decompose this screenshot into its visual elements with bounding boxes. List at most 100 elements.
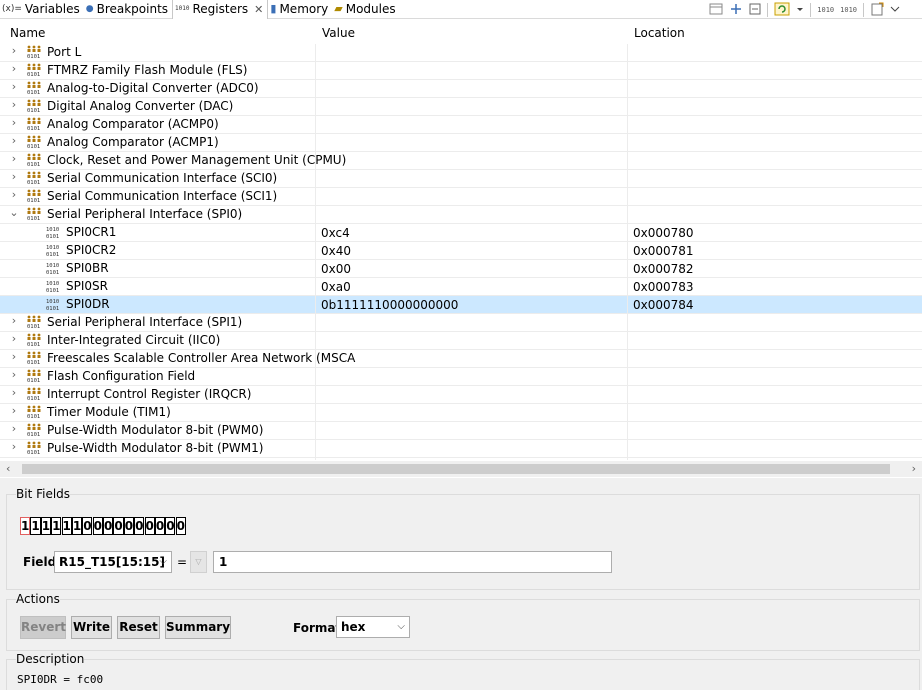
chevron-down-icon[interactable] — [796, 3, 804, 17]
chevron-right-icon[interactable]: › — [8, 350, 20, 363]
header-value[interactable]: Value — [322, 26, 355, 40]
register-value[interactable]: 0b1111110000000000 — [321, 298, 458, 312]
register-group-row[interactable]: › 0101 Pulse-Width Modulator 8-bit (PWM1) — [0, 440, 922, 458]
menu-icon[interactable] — [890, 4, 900, 16]
scroll-right-icon[interactable]: › — [912, 462, 916, 475]
svg-text:0101: 0101 — [27, 414, 40, 419]
reset-button[interactable]: Reset — [117, 616, 160, 639]
bit-cell[interactable]: 0 — [134, 517, 145, 535]
bit-cell[interactable]: 0 — [165, 517, 176, 535]
bit-cell[interactable]: 1 — [71, 517, 83, 535]
chevron-down-icon[interactable]: ⌄ — [8, 206, 20, 219]
tab-memory[interactable]: ▮ Memory — [268, 0, 332, 19]
chevron-right-icon[interactable]: › — [8, 314, 20, 327]
register-value[interactable]: 0xc4 — [321, 226, 350, 240]
chevron-right-icon[interactable]: › — [8, 422, 20, 435]
scroll-left-icon[interactable]: ‹ — [6, 462, 10, 475]
register-row[interactable]: 1010 0101 SPI0SR 0xa0 0x000783 — [0, 278, 922, 296]
register-group-row[interactable]: › 0101 Clock, Reset and Power Management U… — [0, 152, 922, 170]
chevron-right-icon[interactable]: › — [8, 98, 20, 111]
register-group-row[interactable]: › 0101 Inter-Integrated Circuit (IIC0) — [0, 332, 922, 350]
register-group-row[interactable]: › 0101 Interrupt Control Register (IRQCR) — [0, 386, 922, 404]
chevron-right-icon[interactable]: › — [8, 170, 20, 183]
register-group-row[interactable]: › 0101 Serial Peripheral Interface (SPI1) — [0, 314, 922, 332]
register-group-icon: 0101 — [26, 81, 44, 96]
register-value[interactable]: 0xa0 — [321, 280, 351, 294]
register-group-row[interactable]: › 0101 Analog-to-Digital Converter (ADC0) — [0, 80, 922, 98]
modules-icon: ▰ — [334, 2, 343, 15]
revert-button[interactable]: Revert — [20, 616, 66, 639]
tab-variables[interactable]: (x)= Variables — [0, 0, 84, 19]
bit-cell[interactable]: 0 — [123, 517, 134, 535]
register-value[interactable]: 0x40 — [321, 244, 351, 258]
bit-cell[interactable]: 0 — [92, 517, 103, 535]
register-row[interactable]: 1010 0101 SPI0DR 0b1111110000000000 0x000784 — [0, 296, 922, 314]
pin-icon[interactable] — [729, 3, 743, 17]
bit-cell[interactable]: 1 — [30, 517, 41, 535]
bits-icon[interactable]: 1010 — [817, 6, 834, 14]
register-row[interactable]: 1010 0101 SPI0CR2 0x40 0x000781 — [0, 242, 922, 260]
layout-icon[interactable] — [709, 3, 723, 17]
field-value-input[interactable]: 1 — [213, 551, 612, 573]
chevron-right-icon[interactable]: › — [8, 62, 20, 75]
write-button[interactable]: Write — [71, 616, 112, 639]
close-icon[interactable]: ✕ — [254, 3, 263, 16]
register-group-row[interactable]: › 0101 Flash Configuration Field — [0, 368, 922, 386]
register-icon: 1010 0101 — [45, 261, 63, 276]
new-icon[interactable] — [870, 2, 884, 18]
bit-cell[interactable]: 1 — [40, 517, 51, 535]
chevron-right-icon[interactable]: › — [8, 188, 20, 201]
tab-breakpoints[interactable]: ● Breakpoints — [84, 0, 172, 19]
register-group-row[interactable]: › 0101 Serial Communication Interface (SCI… — [0, 188, 922, 206]
tab-modules[interactable]: ▰ Modules — [332, 0, 399, 19]
chevron-right-icon[interactable]: › — [8, 116, 20, 129]
refresh-icon[interactable] — [774, 2, 790, 18]
chevron-right-icon[interactable]: › — [8, 404, 20, 417]
register-group-row[interactable]: › 0101 Timer Module (TIM1) — [0, 404, 922, 422]
bit-cell[interactable]: 0 — [144, 517, 155, 535]
horizontal-scrollbar[interactable]: ‹ › — [0, 461, 922, 477]
register-group-name: Interrupt Control Register (IRQCR) — [47, 387, 252, 401]
register-group-row[interactable]: ⌄ 0101 Serial Peripheral Interface (SPI0) — [0, 206, 922, 224]
chevron-right-icon[interactable]: › — [8, 80, 20, 93]
tab-registers[interactable]: 1010 Registers ✕ — [172, 0, 269, 19]
bit-cell[interactable]: 0 — [113, 517, 124, 535]
field-value-spinner[interactable]: ▽ — [190, 551, 207, 573]
register-group-row[interactable]: › 0101 Freescales Scalable Controller Area… — [0, 350, 922, 368]
bit-cell[interactable]: 0 — [154, 517, 166, 535]
header-location[interactable]: Location — [634, 26, 685, 40]
bit-cell[interactable]: 1 — [20, 517, 31, 535]
register-group-row[interactable]: › 0101 Analog Comparator (ACMP0) — [0, 116, 922, 134]
chevron-right-icon[interactable]: › — [8, 332, 20, 345]
bit-cell[interactable]: 0 — [103, 517, 114, 535]
register-row[interactable]: 1010 0101 SPI0CR1 0xc4 0x000780 — [0, 224, 922, 242]
scrollbar-thumb[interactable] — [22, 464, 890, 474]
register-group-row[interactable]: › 0101 Port L — [0, 44, 922, 62]
chevron-right-icon[interactable]: › — [8, 44, 20, 57]
register-group-row[interactable]: › 0101 FTMRZ Family Flash Module (FLS) — [0, 62, 922, 80]
register-group-row[interactable]: › 0101 Serial Communication Interface (SCI… — [0, 170, 922, 188]
equals-sign: = — [177, 555, 188, 569]
register-group-row[interactable]: › 0101 Analog Comparator (ACMP1) — [0, 134, 922, 152]
chevron-right-icon[interactable]: › — [8, 386, 20, 399]
summary-button[interactable]: Summary — [165, 616, 231, 639]
register-value[interactable]: 0x00 — [321, 262, 351, 276]
bit-cell[interactable]: 0 — [82, 517, 93, 535]
format-select[interactable]: hex ⌵ — [336, 616, 410, 638]
chevron-right-icon[interactable]: › — [8, 134, 20, 147]
minimize-icon[interactable] — [749, 3, 761, 17]
bit-cell[interactable]: 1 — [51, 517, 62, 535]
field-select[interactable]: R15_T15[15:15] ⌵ — [54, 551, 172, 573]
bit-cell[interactable]: 1 — [61, 517, 72, 535]
toolbar-separator — [810, 2, 812, 17]
bits-icon[interactable]: 1010 — [840, 6, 857, 14]
register-row[interactable]: 1010 0101 SPI0BR 0x00 0x000782 — [0, 260, 922, 278]
svg-text:1010: 1010 — [46, 299, 59, 305]
header-name[interactable]: Name — [10, 26, 45, 40]
chevron-right-icon[interactable]: › — [8, 440, 20, 453]
chevron-right-icon[interactable]: › — [8, 152, 20, 165]
bit-cell[interactable]: 0 — [175, 517, 186, 535]
register-group-row[interactable]: › 0101 Digital Analog Converter (DAC) — [0, 98, 922, 116]
chevron-right-icon[interactable]: › — [8, 368, 20, 381]
register-group-row[interactable]: › 0101 Pulse-Width Modulator 8-bit (PWM0) — [0, 422, 922, 440]
